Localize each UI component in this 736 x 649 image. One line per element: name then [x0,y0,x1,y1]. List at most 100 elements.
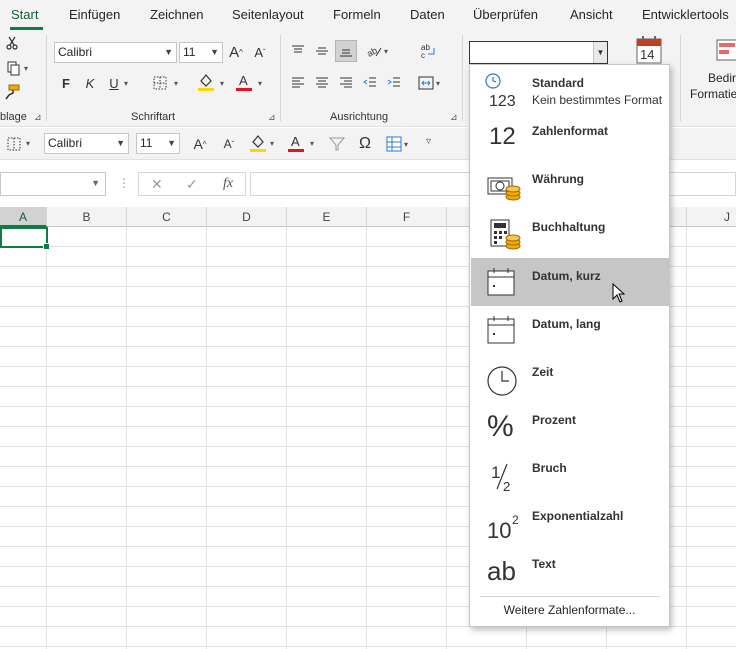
menu-item-buchhaltung[interactable]: Buchhaltung [471,209,669,257]
column-header-e[interactable]: E [287,207,367,227]
borders-icon[interactable] [4,134,24,154]
decrease-font-icon[interactable]: Aˇ [219,134,239,154]
fill-color-icon[interactable] [248,132,268,154]
increase-font-icon[interactable]: A ^ [226,42,246,62]
font-color-icon[interactable]: A [234,71,254,93]
more-number-formats-link[interactable]: Weitere Zahlenformate... [470,603,669,617]
tab-entwicklertools[interactable]: Entwicklertools [642,7,729,22]
tab-formeln[interactable]: Formeln [333,7,381,22]
menu-item-label: Prozent [532,413,577,427]
enter-icon[interactable]: ✓ [186,176,198,193]
italic-button[interactable]: K [80,73,100,93]
wrap-text-icon[interactable]: ab c [418,41,438,61]
qat-font-name-combo[interactable]: Calibri ▼ [44,133,129,154]
format-painter-icon[interactable] [3,83,21,101]
font-size-value: 11 [183,45,196,59]
menu-item-standard[interactable]: 123 Standard Kein bestimmtes Format [471,65,669,113]
chevron-down-icon: ▼ [116,138,125,148]
chevron-down-icon: ▼ [164,47,173,57]
menu-item-zeit[interactable]: Zeit [471,354,669,402]
borders-icon[interactable] [150,73,170,93]
group-separator [46,35,47,121]
chevron-down-icon[interactable]: ▾ [258,79,262,88]
fill-color-icon[interactable] [196,71,216,93]
number-12-icon: 12 [489,123,516,150]
tab-daten[interactable]: Daten [410,7,445,22]
tab-einfuegen[interactable]: Einfügen [69,7,120,22]
align-bottom-icon[interactable] [335,40,357,62]
chevron-down-icon[interactable]: ▾ [174,79,178,88]
column-header-a[interactable]: A [0,207,47,227]
chevron-down-icon[interactable]: ▾ [124,79,128,88]
cut-icon[interactable] [4,35,20,51]
menu-item-exponentialzahl[interactable]: 10 2 Exponentialzahl [471,498,669,546]
alignment-launcher-icon[interactable]: ⊿ [450,112,458,123]
font-size-combo[interactable]: 11 ▼ [179,42,223,63]
conditional-formatting-label-1[interactable]: Bedir [708,71,736,85]
name-box[interactable]: ▼ [0,172,106,196]
font-color-icon[interactable]: A [286,132,306,154]
menu-item-prozent[interactable]: % Prozent [471,402,669,450]
column-header-c[interactable]: C [127,207,207,227]
align-top-icon[interactable] [288,41,308,61]
menu-item-label: Bruch [532,461,567,475]
insert-function-icon[interactable]: fx [223,176,233,192]
menu-item-datum-kurz[interactable]: Datum, kurz [471,258,669,306]
filter-icon[interactable] [327,134,347,154]
merge-center-icon[interactable]: ▾ [414,73,444,93]
omega-symbol-icon[interactable]: Ω [355,134,375,154]
column-header-b[interactable]: B [47,207,127,227]
decrease-font-icon[interactable]: Aˇ [250,42,270,62]
tab-ueberpruefen[interactable]: Überprüfen [473,7,538,22]
menu-item-text[interactable]: ab Text [471,546,669,594]
menu-item-zahlenformat[interactable]: 12 Zahlenformat [471,113,669,161]
clock-icon [483,362,523,396]
svg-text:2: 2 [512,513,519,527]
orientation-icon[interactable]: ab ▾ [362,41,392,61]
chevron-down-icon[interactable]: ▾ [26,139,30,148]
increase-indent-icon[interactable] [384,73,404,93]
column-header-f[interactable]: F [367,207,447,227]
tab-start[interactable]: Start [11,7,38,22]
qat-font-name-value: Calibri [48,136,83,150]
calendar-icon[interactable]: 14 [636,35,662,65]
table-format-icon[interactable]: ▾ [380,134,414,154]
chevron-down-icon[interactable]: ▾ [270,139,274,148]
decrease-indent-icon[interactable] [360,73,380,93]
customize-toolbar-icon[interactable]: ▿ [426,136,431,147]
chevron-down-icon[interactable]: ▼ [593,42,607,63]
increase-font-icon[interactable]: A ^ [190,134,210,154]
menu-item-label: Text [532,557,556,571]
active-tab-indicator [10,27,43,30]
selected-cell-a1[interactable] [0,227,50,250]
tab-ansicht[interactable]: Ansicht [570,7,613,22]
chevron-down-icon[interactable]: ▾ [220,79,224,88]
conditional-formatting-label-2[interactable]: Formatie [690,87,736,101]
clipboard-launcher-icon[interactable]: ⊿ [34,112,42,123]
align-middle-icon[interactable] [312,41,332,61]
menu-item-waehrung[interactable]: Währung [471,161,669,209]
svg-text:A: A [291,134,300,149]
conditional-formatting-icon[interactable] [716,39,736,61]
align-center-icon[interactable] [312,73,332,93]
font-name-combo[interactable]: Calibri ▼ [54,42,177,63]
column-header-j[interactable]: J [687,207,736,227]
copy-icon[interactable]: ▾ [2,59,32,77]
tab-zeichnen[interactable]: Zeichnen [150,7,203,22]
qat-font-size-combo[interactable]: 11 ▼ [136,133,180,154]
align-left-icon[interactable] [288,73,308,93]
underline-button[interactable]: U [104,73,124,93]
number-format-combo[interactable]: ▼ [469,41,608,64]
chevron-down-icon[interactable]: ▾ [310,139,314,148]
menu-item-label: Datum, lang [532,317,601,331]
menu-item-datum-lang[interactable]: Datum, lang [471,306,669,354]
font-launcher-icon[interactable]: ⊿ [268,112,276,123]
cancel-icon[interactable]: ✕ [151,176,163,193]
number-format-menu: 123 Standard Kein bestimmtes Format 12 Z… [469,64,670,627]
menu-item-bruch[interactable]: 12 Bruch [471,450,669,498]
align-right-icon[interactable] [336,73,356,93]
tab-seitenlayout[interactable]: Seitenlayout [232,7,304,22]
bold-button[interactable]: F [56,73,76,93]
fraction-icon: 12 [483,458,523,494]
column-header-d[interactable]: D [207,207,287,227]
